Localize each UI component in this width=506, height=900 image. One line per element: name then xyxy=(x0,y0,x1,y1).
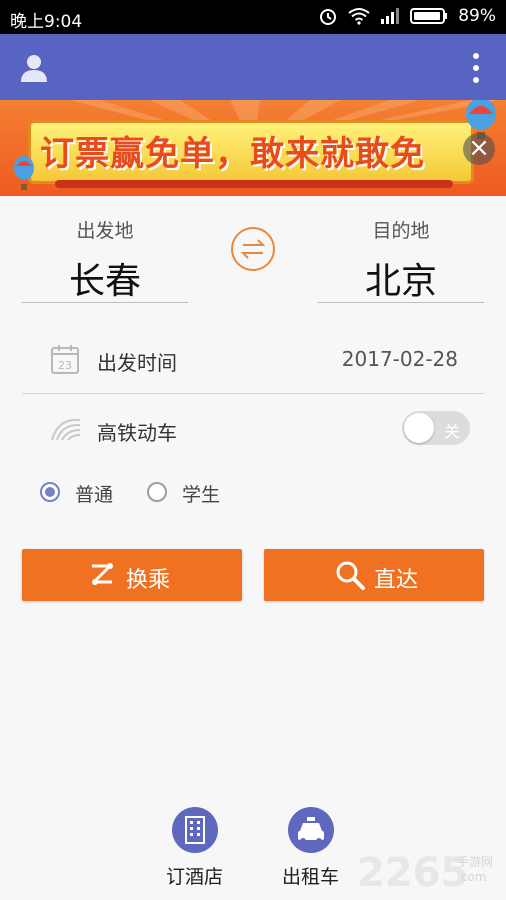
transfer-label: 换乘 xyxy=(126,568,171,593)
watermark-suffix-top: 手游网 xyxy=(457,855,494,869)
banner-text: 订票赢免单，敢来就敢免 xyxy=(40,134,425,174)
train-icon xyxy=(51,418,81,441)
direct-button[interactable]: 直达 xyxy=(264,549,484,601)
from-label: 出发地 xyxy=(76,220,134,242)
to-city[interactable]: 北京 xyxy=(318,252,484,304)
taxi-icon xyxy=(298,817,324,844)
hotel-label[interactable]: 订酒店 xyxy=(166,862,223,889)
to-underline xyxy=(318,302,484,303)
swap-icon xyxy=(240,239,266,259)
status-bar: 晚上9:04 89% xyxy=(0,0,506,34)
highspeed-toggle[interactable]: 关 xyxy=(402,411,470,445)
status-time: 晚上9:04 xyxy=(10,12,83,32)
banner-bar xyxy=(55,180,453,188)
date-divider xyxy=(22,393,484,394)
toggle-label: 关 xyxy=(444,422,461,441)
watermark-number: 2265 xyxy=(357,850,469,896)
radio-student-label[interactable]: 学生 xyxy=(182,480,220,507)
battery-percent: 89% xyxy=(458,6,496,26)
from-city[interactable]: 长春 xyxy=(22,252,188,304)
to-label: 目的地 xyxy=(372,220,430,242)
date-label: 出发时间 xyxy=(97,351,177,375)
banner-close-button[interactable]: × xyxy=(463,133,495,165)
promo-banner[interactable]: 订票赢免单，敢来就敢免 xyxy=(0,100,506,196)
wifi-icon xyxy=(348,8,370,25)
battery-icon xyxy=(410,8,448,24)
hotel-button[interactable] xyxy=(172,807,218,853)
search-icon xyxy=(336,561,365,590)
svg-text:23: 23 xyxy=(58,359,72,372)
more-vert-icon[interactable] xyxy=(472,52,480,84)
alarm-icon xyxy=(320,9,337,25)
signal-icon xyxy=(381,8,400,24)
user-icon[interactable] xyxy=(18,52,50,84)
direct-label: 直达 xyxy=(374,568,419,593)
from-underline xyxy=(22,302,188,303)
radio-student[interactable] xyxy=(147,482,167,502)
radio-normal-label[interactable]: 普通 xyxy=(75,480,113,507)
swap-cities-button[interactable] xyxy=(231,227,275,271)
date-value[interactable]: 2017-02-28 xyxy=(342,347,458,371)
app-bar xyxy=(0,34,506,100)
watermark-suffix-bottom: .com xyxy=(457,870,487,884)
taxi-label[interactable]: 出租车 xyxy=(282,862,339,889)
highspeed-label: 高铁动车 xyxy=(97,421,177,445)
radio-normal[interactable] xyxy=(40,482,60,502)
transfer-icon xyxy=(92,563,113,585)
transfer-button[interactable]: 换乘 xyxy=(22,549,242,601)
calendar-icon: 23 xyxy=(51,345,79,374)
hotel-icon xyxy=(185,816,205,844)
balloon-icon xyxy=(14,156,34,190)
taxi-button[interactable] xyxy=(288,807,334,853)
toggle-knob xyxy=(404,413,434,443)
